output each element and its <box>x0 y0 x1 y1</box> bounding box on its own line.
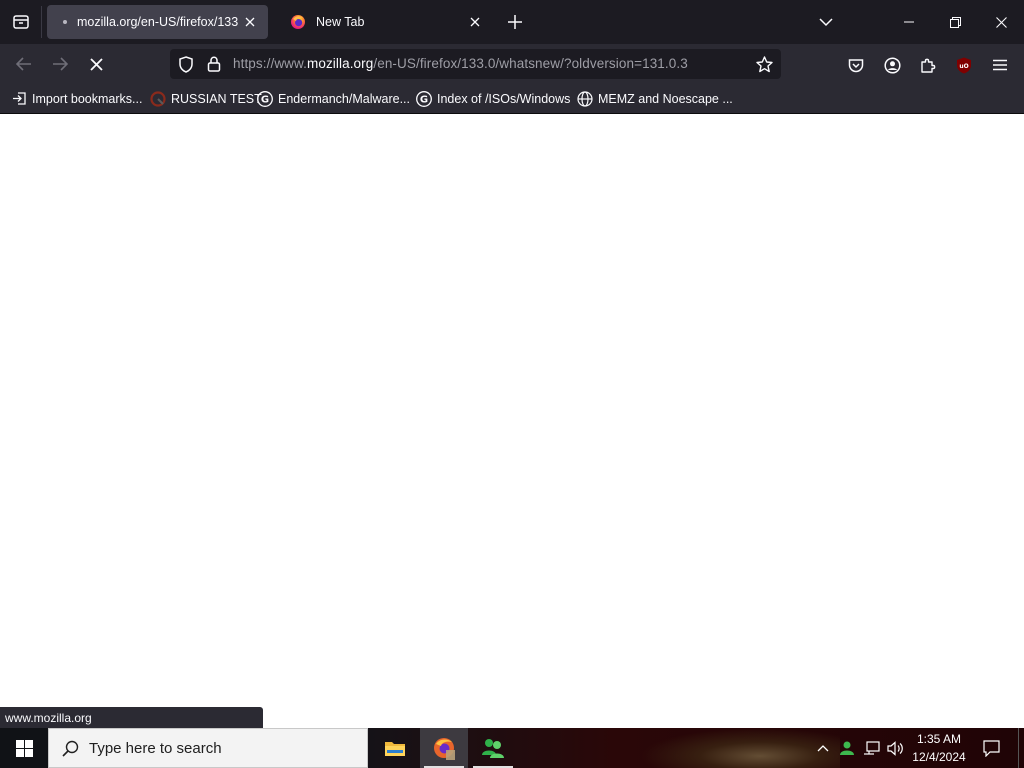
plus-icon <box>508 15 522 29</box>
search-icon <box>62 740 79 757</box>
url-host: mozilla.org <box>306 56 374 71</box>
list-all-tabs-button[interactable] <box>814 10 838 34</box>
windows-taskbar: Type here to search 1:35 AM 12/4/2024 <box>0 728 1024 768</box>
chevron-down-icon <box>819 18 833 27</box>
restore-button[interactable] <box>932 0 978 44</box>
url-bar[interactable]: https://www.mozilla.org/en-US/firefox/13… <box>170 49 781 79</box>
google-icon: G <box>257 90 273 107</box>
taskbar-search-box[interactable]: Type here to search <box>48 728 368 768</box>
back-button[interactable] <box>10 50 38 78</box>
tab-title: mozilla.org/en-US/firefox/133.0/whatsnew… <box>77 15 238 29</box>
taskbar-firefox[interactable] <box>420 728 468 768</box>
stop-loading-button[interactable] <box>82 50 110 78</box>
url-path: /en-US/firefox/133.0/whatsnew/?oldversio… <box>373 56 688 71</box>
firefox-view-button[interactable] <box>0 0 42 44</box>
windows-logo-icon <box>15 739 33 757</box>
tab-title: New Tab <box>316 15 365 29</box>
firefox-icon <box>291 15 305 29</box>
url-prefix: https://www. <box>233 56 307 71</box>
bookmark-label: Import bookmarks... <box>32 91 143 106</box>
bookmark-label: Index of /ISOs/Windows <box>437 91 571 106</box>
bookmark-star-button[interactable] <box>753 54 775 74</box>
arrow-right-icon <box>53 57 68 71</box>
forward-button[interactable] <box>46 50 74 78</box>
firefox-view-icon <box>13 15 29 29</box>
svg-text:G: G <box>261 94 269 105</box>
page-content-area[interactable] <box>0 114 1024 728</box>
close-window-button[interactable] <box>978 0 1024 44</box>
bookmark-index-isos-windows[interactable]: G Index of /ISOs/Windows <box>416 84 570 113</box>
action-center-button[interactable] <box>976 728 1006 768</box>
close-icon <box>995 16 1007 28</box>
users-green-icon <box>482 739 504 758</box>
account-button[interactable] <box>879 52 905 78</box>
close-tab-icon[interactable] <box>238 10 262 34</box>
url-text[interactable]: https://www.mozilla.org/en-US/firefox/13… <box>233 56 688 71</box>
pocket-icon <box>848 58 864 72</box>
network-icon <box>863 740 880 755</box>
minimize-button[interactable] <box>886 0 932 44</box>
restore-icon <box>949 16 961 28</box>
bookmark-endermanch-malware[interactable]: G Endermanch/Malware... <box>257 84 410 113</box>
show-desktop-button[interactable] <box>1018 728 1024 768</box>
taskbar-file-explorer[interactable] <box>371 728 419 768</box>
tab-new-tab[interactable]: New Tab <box>278 5 493 39</box>
arrow-left-icon <box>16 57 31 71</box>
ublock-shield-icon: uO <box>957 57 971 73</box>
taskbar-app-people[interactable] <box>469 728 517 768</box>
svg-text:G: G <box>420 94 428 105</box>
puzzle-icon <box>920 58 935 73</box>
stop-x-icon <box>89 57 103 71</box>
ublock-badge-text: uO <box>959 63 968 70</box>
hamburger-menu-icon <box>993 59 1007 71</box>
pocket-button[interactable] <box>843 52 869 78</box>
notification-icon <box>982 739 1000 757</box>
firefox-icon <box>434 738 455 760</box>
speaker-icon <box>886 740 903 756</box>
search-placeholder: Type here to search <box>89 739 222 757</box>
bookmark-import[interactable]: Import bookmarks... <box>12 84 142 113</box>
lock-icon[interactable] <box>204 54 224 74</box>
loading-indicator-icon <box>63 20 67 24</box>
folder-icon <box>385 742 405 756</box>
tab-mozilla-whatsnew[interactable]: mozilla.org/en-US/firefox/133.0/whatsnew… <box>47 5 268 39</box>
google-icon: G <box>416 90 432 107</box>
minimize-icon <box>904 21 914 23</box>
ublock-origin-button[interactable]: uO <box>951 52 977 78</box>
import-icon <box>13 92 26 105</box>
bookmark-russian-test[interactable]: RUSSIAN TEST <box>150 84 262 113</box>
account-icon <box>883 56 901 74</box>
volume-button[interactable] <box>884 728 906 768</box>
bookmark-label: RUSSIAN TEST <box>171 91 262 106</box>
app-menu-button[interactable] <box>987 52 1013 78</box>
globe-icon <box>577 90 593 107</box>
tracking-protection-shield-icon[interactable] <box>176 54 196 74</box>
chevron-up-icon <box>817 745 829 752</box>
network-button[interactable] <box>860 728 882 768</box>
wallpaper-peek <box>640 728 840 768</box>
bookmarks-toolbar: Import bookmarks... RUSSIAN TEST G Ender… <box>0 84 1024 114</box>
new-tab-button[interactable] <box>503 10 527 34</box>
show-hidden-icons-button[interactable] <box>812 728 834 768</box>
status-panel: www.mozilla.org <box>0 707 263 728</box>
taskbar-clock[interactable]: 1:35 AM 12/4/2024 <box>906 728 972 768</box>
tray-people-icon-button[interactable] <box>836 728 858 768</box>
bookmark-label: MEMZ and Noescape ... <box>598 91 733 106</box>
navigation-toolbar: https://www.mozilla.org/en-US/firefox/13… <box>0 44 1024 84</box>
close-tab-icon[interactable] <box>463 10 487 34</box>
bookmark-label: Endermanch/Malware... <box>278 91 411 106</box>
user-green-icon <box>840 741 854 755</box>
star-icon <box>755 55 773 72</box>
start-button[interactable] <box>0 728 48 768</box>
clock-time: 1:35 AM <box>916 732 962 746</box>
tab-strip: mozilla.org/en-US/firefox/133.0/whatsnew… <box>0 0 1024 44</box>
bookmark-memz-noescape[interactable]: MEMZ and Noescape ... <box>577 84 733 113</box>
extensions-button[interactable] <box>915 52 941 78</box>
clock-date: 12/4/2024 <box>912 750 966 764</box>
red-swirl-icon <box>150 90 166 107</box>
